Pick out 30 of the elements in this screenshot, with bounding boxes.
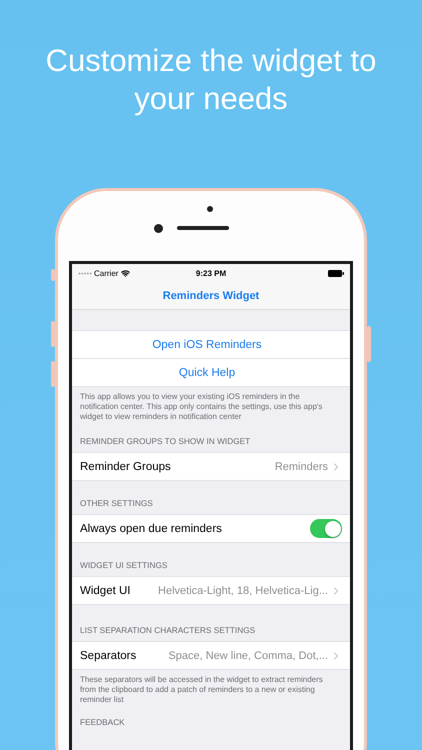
section-header: WIDGET UI SETTINGS bbox=[79, 559, 168, 572]
speaker-icon bbox=[176, 226, 228, 230]
row-value: Space, New line, Comma, Dot,... bbox=[168, 650, 328, 662]
section-footer: This app allows you to view your existing iOS reminders in the notification center. This app only contains the settings, use this app's widget to view reminders in notification center bbox=[72, 387, 350, 428]
carrier-label: Carrier bbox=[94, 269, 118, 278]
action-row[interactable]: Quick Help bbox=[72, 358, 350, 386]
section-header: REMINDER GROUPS TO SHOW IN WIDGET bbox=[79, 435, 252, 448]
status-time: 9:23 PM bbox=[196, 269, 226, 278]
section-header: OTHER SETTINGS bbox=[79, 497, 154, 510]
disclosure-row[interactable]: Widget UI Helvetica-Light, 18, Helvetica-Lig... bbox=[80, 577, 350, 604]
row-label: Separators bbox=[80, 650, 136, 662]
nav-title: Reminders Widget bbox=[162, 290, 260, 302]
wifi-icon bbox=[121, 269, 130, 278]
row-label: Reminder Groups bbox=[80, 460, 171, 472]
section-header: FEEDBACK bbox=[79, 716, 126, 729]
disclosure-row[interactable]: Separators Space, New line, Comma, Dot,... bbox=[80, 642, 350, 669]
headline: Customize the widget to your needs bbox=[44, 42, 378, 118]
action-row[interactable]: Open iOS Reminders bbox=[72, 331, 350, 358]
row-label: Always open due reminders bbox=[80, 522, 222, 534]
battery-icon bbox=[328, 270, 344, 277]
signal-icon bbox=[78, 272, 92, 275]
section-footer: These separators will be accessed in the widget to extract reminders from the clipboard to add a patch of reminders to a new or existing reminder list bbox=[72, 670, 350, 711]
row-label: Widget UI bbox=[80, 584, 130, 596]
toggle-switch[interactable] bbox=[310, 519, 342, 538]
disclosure-row[interactable]: Reminder Groups Reminders bbox=[80, 453, 350, 480]
camera-icon bbox=[154, 224, 162, 232]
row-value: Helvetica-Light, 18, Helvetica-Lig... bbox=[158, 584, 328, 596]
row-value: Reminders bbox=[274, 460, 328, 472]
sensor-icon bbox=[207, 206, 213, 212]
section-header: LIST SEPARATION CHARACTERS SETTINGS bbox=[79, 624, 256, 637]
